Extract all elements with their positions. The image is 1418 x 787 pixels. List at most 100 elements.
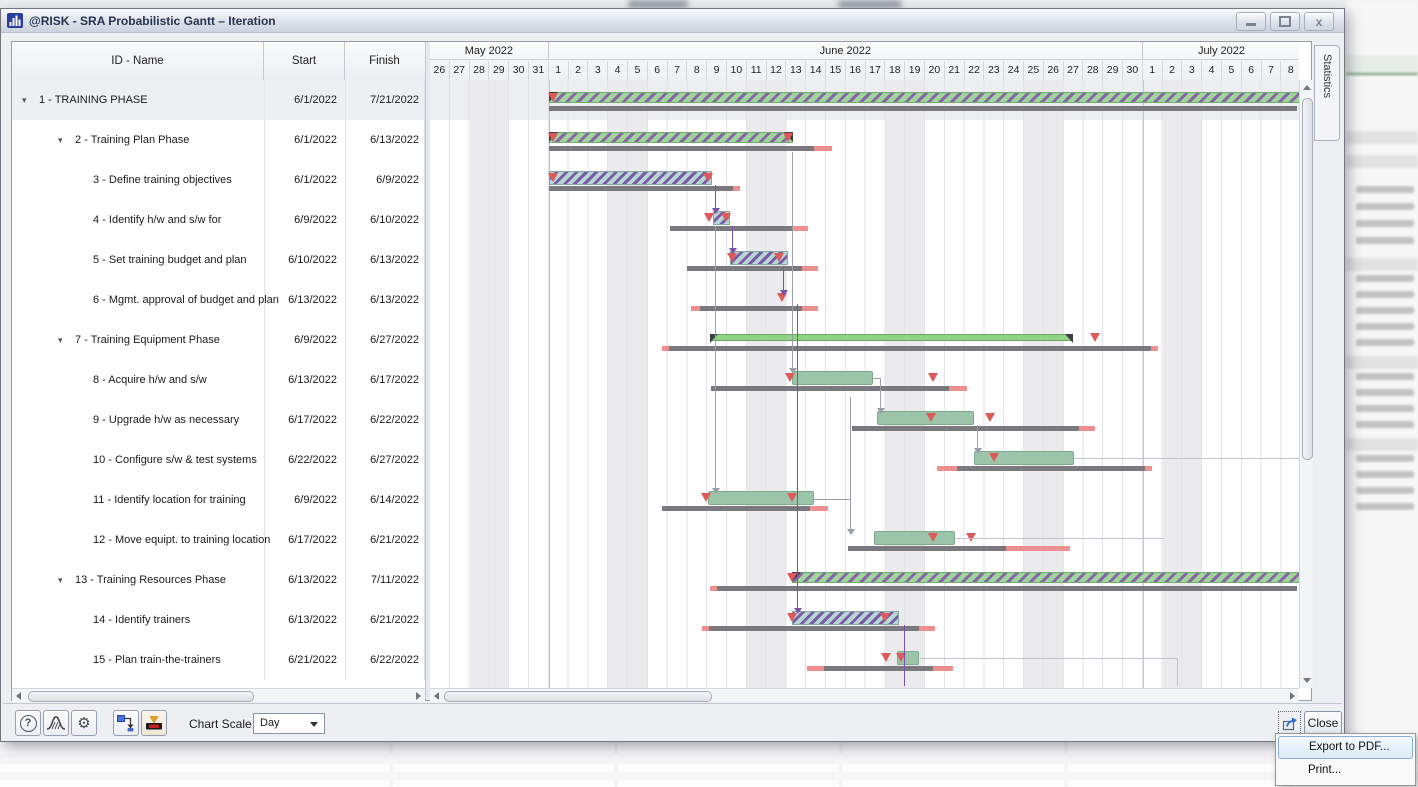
scroll-left-button[interactable] xyxy=(12,689,25,702)
timeline-day: 3 xyxy=(588,61,608,80)
scrollbar-thumb[interactable] xyxy=(28,691,254,702)
scroll-down-button[interactable] xyxy=(1300,674,1313,687)
connector-style-button[interactable] xyxy=(113,710,139,736)
timeline-day: 29 xyxy=(1103,61,1123,80)
finish-marker xyxy=(548,93,558,102)
close-window-button[interactable]: x xyxy=(1304,12,1334,31)
background-artifact xyxy=(1356,275,1414,282)
scroll-left-button[interactable] xyxy=(430,689,443,702)
table-row[interactable]: ▾1 - TRAINING PHASE6/1/20227/21/2022 xyxy=(12,80,425,120)
task-name: 4 - Identify h/w and s/w for xyxy=(93,214,221,226)
table-row[interactable]: ▾7 - Training Equipment Phase6/9/20226/2… xyxy=(12,320,425,360)
timeline-day: 26 xyxy=(1044,61,1064,80)
background-artifact xyxy=(1356,421,1414,428)
table-row[interactable]: 14 - Identify trainers6/13/20226/21/2022 xyxy=(12,600,425,640)
timeline-day: 30 xyxy=(509,61,529,80)
background-artifact xyxy=(838,0,902,8)
percentile-range xyxy=(1079,426,1095,431)
table-row[interactable]: 8 - Acquire h/w and s/w6/13/20226/17/202… xyxy=(12,360,425,400)
task-start-date: 6/17/2022 xyxy=(264,534,337,546)
background-artifact xyxy=(1065,742,1067,787)
dependency-connector xyxy=(814,499,850,500)
finish-marker xyxy=(704,213,714,222)
task-name: 7 - Training Equipment Phase xyxy=(75,334,220,346)
percentile-range xyxy=(691,306,700,311)
dependency-connector xyxy=(880,378,881,408)
dependency-connector xyxy=(956,538,1164,539)
menu-item-export-pdf[interactable]: Export to PDF... xyxy=(1278,736,1413,759)
baseline-bar xyxy=(549,106,1297,111)
timeline-day: 8 xyxy=(1281,61,1299,80)
close-button[interactable]: Close xyxy=(1304,711,1342,735)
background-artifact xyxy=(1356,487,1414,494)
chart-vertical-scrollbar[interactable] xyxy=(1299,80,1313,688)
dependency-connector xyxy=(783,266,784,290)
percentile-range xyxy=(733,186,740,191)
task-start-date: 6/1/2022 xyxy=(264,174,337,186)
maximize-button[interactable] xyxy=(1270,12,1300,31)
percentile-range xyxy=(802,306,818,311)
dependency-connector xyxy=(1177,658,1178,686)
task-finish-date: 6/9/2022 xyxy=(345,174,419,186)
bottom-toolbar: ? ⚙ Chart Scale xyxy=(3,703,1342,741)
table-row[interactable]: ▾2 - Training Plan Phase6/1/20226/13/202… xyxy=(12,120,425,160)
scrollbar-thumb[interactable] xyxy=(1302,98,1313,460)
settings-button[interactable]: ⚙ xyxy=(71,710,97,736)
table-row[interactable]: 15 - Plan train-the-trainers6/21/20226/2… xyxy=(12,640,425,680)
collapse-arrow-icon[interactable]: ▾ xyxy=(58,135,63,146)
timeline-day: 17 xyxy=(866,61,886,80)
background-artifact xyxy=(840,742,842,787)
table-row[interactable]: 5 - Set training budget and plan6/10/202… xyxy=(12,240,425,280)
month-label: July 2022 xyxy=(1198,45,1245,57)
chart-scale-value: Day xyxy=(260,717,280,729)
connector-arrow-icon xyxy=(877,408,885,414)
help-button[interactable]: ? xyxy=(15,710,41,736)
table-row[interactable]: 9 - Upgrade h/w as necessary6/17/20226/2… xyxy=(12,400,425,440)
table-row[interactable]: ▾13 - Training Resources Phase6/13/20227… xyxy=(12,560,425,600)
collapse-arrow-icon[interactable]: ▾ xyxy=(58,575,63,586)
baseline-bar xyxy=(717,586,1297,591)
summary-bar xyxy=(549,132,794,143)
background-artifact xyxy=(390,742,392,787)
background-artifact xyxy=(1356,237,1414,244)
menu-item-print[interactable]: Print... xyxy=(1278,759,1413,782)
chart-scale-dropdown[interactable]: Day xyxy=(253,713,325,734)
collapse-arrow-icon[interactable]: ▾ xyxy=(22,95,27,106)
scroll-right-button[interactable] xyxy=(412,689,425,702)
timeline-day: 5 xyxy=(628,61,648,80)
table-row[interactable]: 12 - Move equipt. to training location6/… xyxy=(12,520,425,560)
finish-marker xyxy=(928,533,938,542)
collapse-arrow-icon[interactable]: ▾ xyxy=(58,335,63,346)
export-button[interactable] xyxy=(1278,711,1301,735)
table-row[interactable]: 6 - Mgmt. approval of budget and plan6/1… xyxy=(12,280,425,320)
tab-statistics[interactable]: Statistics xyxy=(1314,45,1340,141)
gantt-bar-style-button[interactable] xyxy=(141,710,167,736)
dependency-connector xyxy=(920,658,1177,659)
timeline-day: 18 xyxy=(885,61,905,80)
task-bar-hatched xyxy=(549,171,712,185)
task-finish-date: 6/22/2022 xyxy=(345,654,419,666)
scroll-right-button[interactable] xyxy=(1286,689,1299,702)
distribution-button[interactable] xyxy=(43,710,69,736)
table-row[interactable]: 3 - Define training objectives6/1/20226/… xyxy=(12,160,425,200)
table-row[interactable]: 10 - Configure s/w & test systems6/22/20… xyxy=(12,440,425,480)
timeline-day: 4 xyxy=(1202,61,1222,80)
scroll-up-button[interactable] xyxy=(1300,81,1313,94)
timeline-day: 29 xyxy=(489,61,509,80)
background-artifact xyxy=(1356,373,1414,380)
task-bar xyxy=(874,531,955,545)
risk-histogram-icon xyxy=(7,13,23,28)
column-header-finish: Finish xyxy=(345,42,424,80)
scrollbar-thumb[interactable] xyxy=(444,691,712,702)
table-row[interactable]: 11 - Identify location for training6/9/2… xyxy=(12,480,425,520)
percentile-range xyxy=(810,506,828,511)
minimize-button[interactable] xyxy=(1236,12,1266,31)
window-titlebar[interactable]: @RISK - SRA Probabilistic Gantt – Iterat… xyxy=(1,9,1344,33)
task-finish-date: 6/14/2022 xyxy=(345,494,419,506)
table-row[interactable]: 4 - Identify h/w and s/w for6/9/20226/10… xyxy=(12,200,425,240)
table-horizontal-scrollbar[interactable] xyxy=(12,688,425,702)
chart-horizontal-scrollbar[interactable] xyxy=(430,688,1299,702)
timeline-day: 16 xyxy=(846,61,866,80)
close-button-label: Close xyxy=(1308,716,1339,730)
maximize-icon xyxy=(1279,16,1291,27)
